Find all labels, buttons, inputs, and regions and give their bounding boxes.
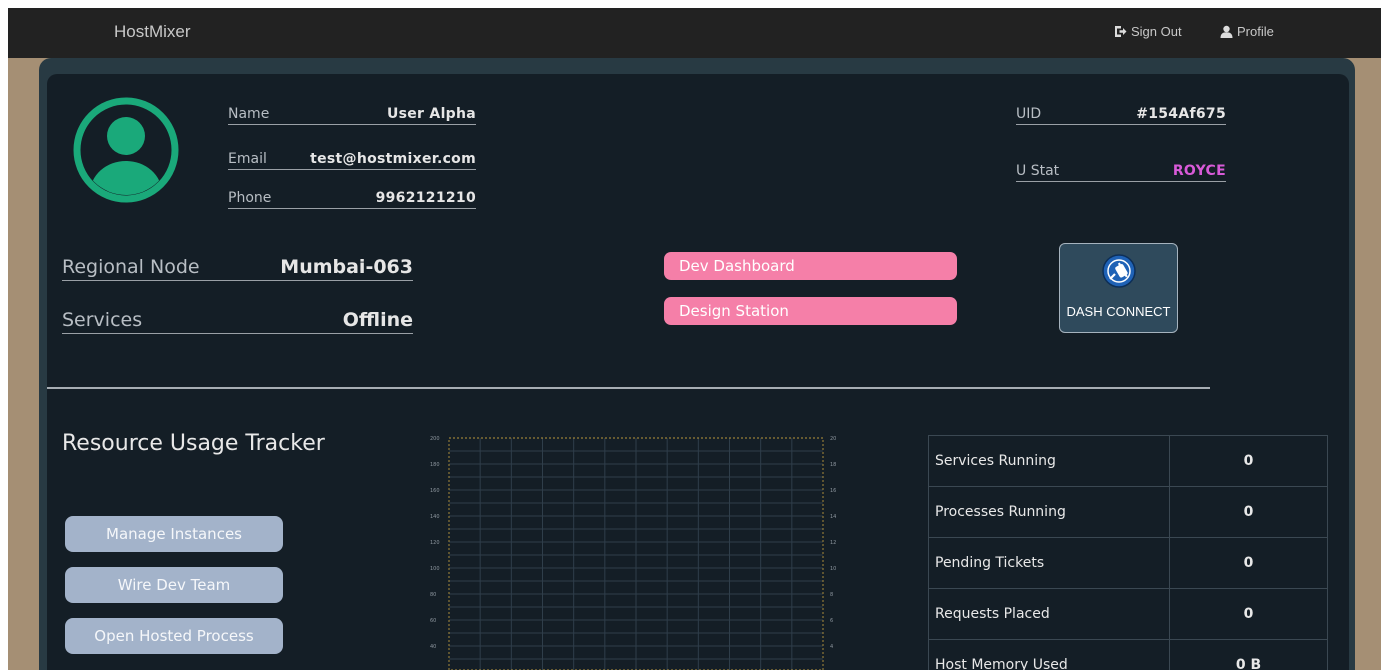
services-value: Offline <box>342 309 413 331</box>
profile-link[interactable]: Profile <box>1220 24 1274 39</box>
phone-value: 9962121210 <box>375 190 476 206</box>
uid-row: UID #154Af675 <box>1016 106 1226 125</box>
sign-out-link[interactable]: Sign Out <box>1114 24 1182 39</box>
user-icon <box>1220 25 1233 38</box>
chart-tick-label: 14 <box>830 514 836 520</box>
resource-tracker-title: Resource Usage Tracker <box>62 431 325 456</box>
name-label: Name <box>228 106 270 122</box>
uid-value: #154Af675 <box>1136 106 1226 122</box>
chart-tick-label: 10 <box>830 566 836 572</box>
profile-label: Profile <box>1237 24 1274 39</box>
table-row: Host Memory Used 0 B <box>928 639 1328 670</box>
chart-tick-label: 8 <box>830 592 833 598</box>
services-label: Services <box>62 309 143 331</box>
plug-icon <box>1102 254 1136 288</box>
stat-value: 0 <box>1169 588 1328 640</box>
chart-tick-label: 180 <box>430 462 440 468</box>
stat-label: Pending Tickets <box>928 537 1170 589</box>
regional-node-row: Regional Node Mumbai-063 <box>62 256 413 281</box>
email-label: Email <box>228 151 267 167</box>
services-row: Services Offline <box>62 309 413 334</box>
ustat-value: ROYCE <box>1172 163 1226 179</box>
chart-left-axis: 200 180 160 140 120 100 80 60 40 <box>430 436 440 650</box>
stats-table: Services Running 0 Processes Running 0 P… <box>928 435 1328 670</box>
table-row: Requests Placed 0 <box>928 588 1328 640</box>
uid-label: UID <box>1016 106 1042 122</box>
stat-value: 0 <box>1169 486 1328 538</box>
chart-tick-label: 140 <box>430 514 440 520</box>
email-value: test@hostmixer.com <box>310 151 476 167</box>
design-station-button[interactable]: Design Station <box>664 297 957 325</box>
name-row: Name User Alpha <box>228 106 476 125</box>
section-divider <box>47 387 1210 389</box>
chart-tick-label: 100 <box>430 566 440 572</box>
email-row: Email test@hostmixer.com <box>228 151 476 170</box>
navbar: HostMixer Sign Out Profile <box>8 8 1381 58</box>
dash-connect-button[interactable]: DASH CONNECT <box>1059 243 1178 333</box>
stat-value: 0 <box>1169 435 1328 487</box>
chart-tick-label: 16 <box>830 488 836 494</box>
dash-connect-label: DASH CONNECT <box>1066 304 1171 319</box>
regional-node-label: Regional Node <box>62 256 200 278</box>
resource-usage-chart: 200 180 160 140 120 100 80 60 40 20 18 16 14 12 10 8 6 4 <box>430 436 836 670</box>
phone-row: Phone 9962121210 <box>228 190 476 209</box>
chart-tick-label: 6 <box>830 618 833 624</box>
wire-dev-team-button[interactable]: Wire Dev Team <box>65 567 283 603</box>
ustat-label: U Stat <box>1016 163 1060 179</box>
regional-node-value: Mumbai-063 <box>280 256 413 278</box>
chart-tick-label: 12 <box>830 540 836 546</box>
ustat-row: U Stat ROYCE <box>1016 163 1226 182</box>
chart-tick-label: 160 <box>430 488 440 494</box>
table-row: Services Running 0 <box>928 435 1328 487</box>
sign-out-label: Sign Out <box>1131 24 1182 39</box>
stat-label: Services Running <box>928 435 1170 487</box>
user-avatar-icon <box>73 97 179 203</box>
dev-dashboard-button[interactable]: Dev Dashboard <box>664 252 957 280</box>
phone-label: Phone <box>228 190 272 206</box>
chart-tick-label: 120 <box>430 540 440 546</box>
chart-tick-label: 20 <box>830 436 836 442</box>
brand-logo[interactable]: HostMixer <box>114 22 191 42</box>
table-row: Processes Running 0 <box>928 486 1328 538</box>
table-row: Pending Tickets 0 <box>928 537 1328 589</box>
chart-tick-label: 18 <box>830 462 836 468</box>
stat-label: Requests Placed <box>928 588 1170 640</box>
open-hosted-process-button[interactable]: Open Hosted Process <box>65 618 283 654</box>
chart-grid <box>449 438 823 670</box>
chart-tick-label: 60 <box>430 618 436 624</box>
chart-tick-label: 200 <box>430 436 440 442</box>
stat-value: 0 B <box>1169 639 1328 670</box>
stat-label: Processes Running <box>928 486 1170 538</box>
manage-instances-button[interactable]: Manage Instances <box>65 516 283 552</box>
chart-tick-label: 4 <box>830 644 833 650</box>
stat-label: Host Memory Used <box>928 639 1170 670</box>
name-value: User Alpha <box>386 106 476 122</box>
sign-out-icon <box>1115 26 1127 37</box>
stat-value: 0 <box>1169 537 1328 589</box>
chart-tick-label: 40 <box>430 644 436 650</box>
chart-tick-label: 80 <box>430 592 436 598</box>
chart-right-axis: 20 18 16 14 12 10 8 6 4 <box>830 436 836 650</box>
